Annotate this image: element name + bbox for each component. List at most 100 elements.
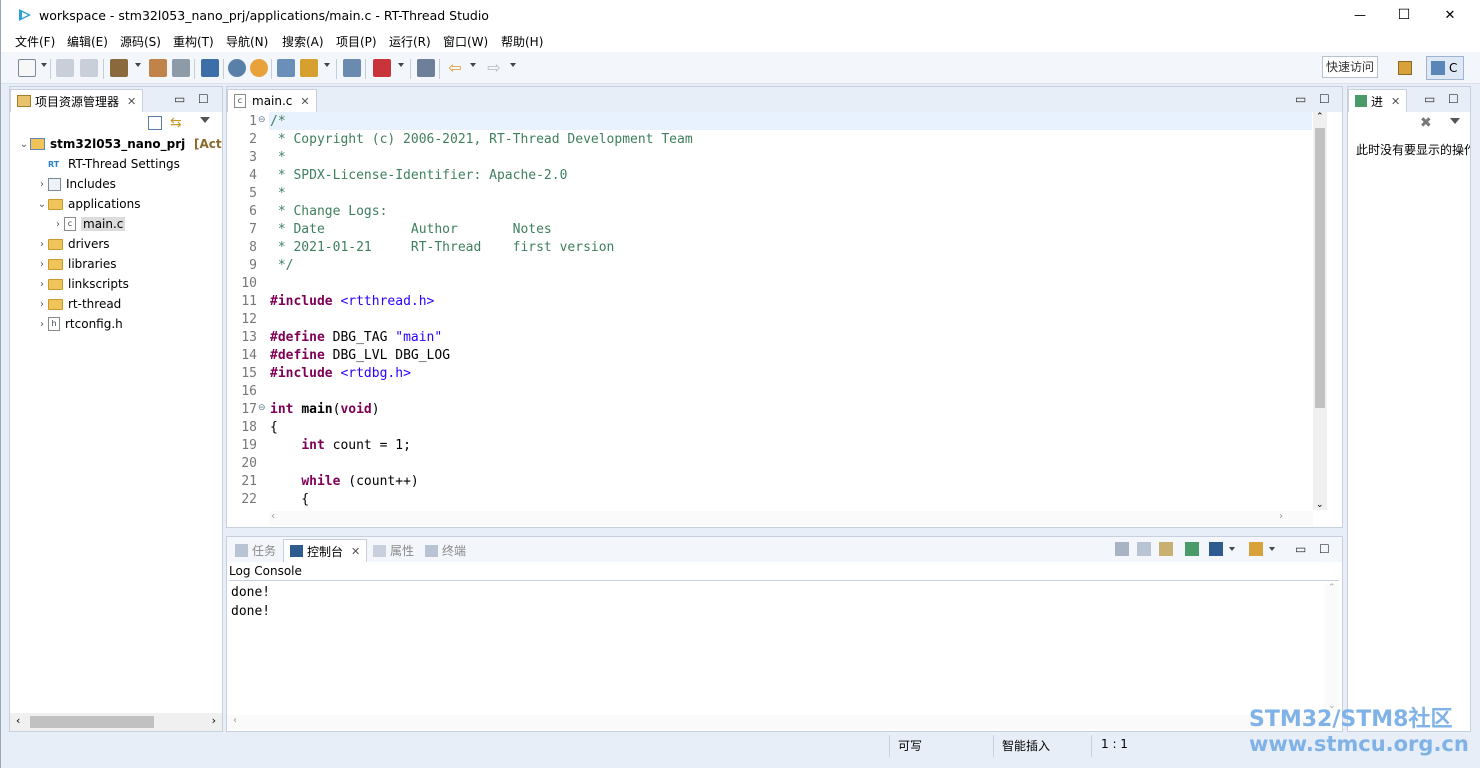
new-file-icon[interactable] (18, 59, 36, 77)
c-perspective-button[interactable]: C (1426, 56, 1464, 80)
menu-navigate[interactable]: 导航(N) (226, 33, 268, 50)
scroll-left-icon[interactable]: ‹ (16, 714, 20, 727)
editor-hscrollbar[interactable]: ‹ › (269, 511, 1313, 525)
chevron-down-icon[interactable]: ⌄ (18, 139, 30, 150)
chevron-down-icon[interactable] (1269, 547, 1275, 551)
clear-console-icon[interactable] (1115, 542, 1129, 556)
scroll-down-icon[interactable]: ⌄ (1316, 500, 1324, 510)
chevron-right-icon[interactable]: › (36, 279, 48, 290)
maximize-icon[interactable]: ☐ (1448, 92, 1459, 106)
clean-icon[interactable] (172, 59, 190, 77)
code-editor[interactable]: 1 ⊖/* 2 * Copyright (c) 2006-2021, RT-Thre… (227, 112, 1312, 512)
open-console-icon[interactable] (1249, 542, 1263, 556)
collapse-all-icon[interactable] (148, 116, 162, 130)
editor-vscrollbar[interactable]: ⌃ ⌄ (1313, 112, 1327, 510)
tab-console[interactable]: 控制台 ✕ (283, 539, 368, 562)
open-perspective-button[interactable] (1394, 56, 1416, 80)
menu-help[interactable]: 帮助(H) (501, 33, 543, 50)
close-icon[interactable]: ✕ (300, 95, 309, 108)
quick-access-input[interactable]: 快速访问 (1322, 56, 1378, 78)
maximize-icon[interactable]: ☐ (198, 92, 209, 106)
tree-item-project[interactable]: ⌄ stm32l053_nano_prj [Act (18, 134, 222, 154)
menu-run[interactable]: 运行(R) (389, 33, 431, 50)
tree-item-rt-thread[interactable]: › rt-thread (36, 294, 121, 314)
menu-refactor[interactable]: 重构(T) (173, 33, 214, 50)
scroll-left-icon[interactable]: ‹ (233, 715, 237, 726)
sdk-manager-icon[interactable] (343, 59, 361, 77)
scroll-right-icon[interactable]: › (212, 714, 216, 727)
fold-toggle-icon[interactable]: ⊖ (258, 115, 266, 125)
display-console-icon[interactable] (1209, 542, 1223, 556)
tree-item-libraries[interactable]: › libraries (36, 254, 116, 274)
scroll-up-icon[interactable]: ⌃ (1316, 112, 1324, 122)
chevron-down-icon[interactable] (470, 63, 476, 67)
back-arrow-icon[interactable]: ⇦ (446, 59, 464, 77)
save-all-icon[interactable] (80, 59, 98, 77)
close-button[interactable]: ✕ (1427, 0, 1473, 30)
chevron-right-icon[interactable]: › (36, 239, 48, 250)
tab-progress[interactable]: 进 ✕ (1348, 89, 1408, 112)
view-menu-icon[interactable] (1450, 118, 1460, 124)
minimize-button[interactable]: — (1337, 0, 1383, 30)
scroll-right-icon[interactable]: › (1279, 511, 1283, 522)
maximize-icon[interactable]: ☐ (1319, 542, 1330, 556)
scroll-thumb[interactable] (1315, 128, 1325, 408)
remove-all-icon[interactable]: ✖ (1420, 115, 1432, 131)
debug-config-icon[interactable] (228, 59, 246, 77)
chevron-down-icon[interactable] (324, 63, 330, 67)
tree-item-main-c[interactable]: › c main.c (52, 214, 126, 234)
maximize-button[interactable]: ☐ (1381, 0, 1427, 30)
scroll-lock-icon[interactable] (1137, 542, 1151, 556)
console-hscrollbar[interactable]: ‹ (227, 715, 1325, 729)
close-icon[interactable]: ✕ (1391, 95, 1400, 108)
tab-project-explorer[interactable]: 项目资源管理器 ✕ (10, 89, 144, 112)
minimize-icon[interactable]: ▭ (1295, 92, 1306, 106)
build-hammer-icon[interactable] (110, 59, 128, 77)
scroll-thumb[interactable] (30, 716, 154, 728)
minimize-icon[interactable]: ▭ (174, 92, 185, 106)
menu-file[interactable]: 文件(F) (15, 33, 55, 50)
close-icon[interactable]: ✕ (351, 545, 360, 558)
chevron-down-icon[interactable]: ⌄ (36, 199, 48, 210)
maximize-icon[interactable]: ☐ (1319, 92, 1330, 106)
chevron-down-icon[interactable] (510, 63, 516, 67)
tree-item-includes[interactable]: › Includes (36, 174, 116, 194)
close-icon[interactable]: ✕ (127, 95, 136, 108)
flash-icon[interactable] (373, 59, 391, 77)
chevron-down-icon[interactable] (398, 63, 404, 67)
save-icon[interactable] (56, 59, 74, 77)
chevron-down-icon[interactable] (41, 63, 47, 67)
tab-properties[interactable]: 属性 (367, 539, 420, 562)
fold-toggle-icon[interactable]: ⊖ (258, 403, 266, 413)
tab-tasks[interactable]: 任务 (229, 539, 282, 562)
chevron-right-icon[interactable]: › (36, 299, 48, 310)
scroll-up-icon[interactable]: ⌃ (1328, 583, 1336, 593)
tab-main-c[interactable]: c main.c ✕ (227, 89, 317, 112)
serial-icon[interactable] (417, 59, 435, 77)
menu-search[interactable]: 搜索(A) (282, 33, 324, 50)
menu-source[interactable]: 源码(S) (120, 33, 161, 50)
minimize-icon[interactable]: ▭ (1295, 542, 1306, 556)
word-wrap-icon[interactable] (1159, 542, 1173, 556)
explorer-hscrollbar[interactable]: ‹ › (10, 713, 222, 731)
chevron-right-icon[interactable]: › (36, 179, 48, 190)
scroll-left-icon[interactable]: ‹ (271, 511, 275, 522)
tree-item-drivers[interactable]: › drivers (36, 234, 110, 254)
menu-window[interactable]: 窗口(W) (443, 33, 488, 50)
open-folder-icon[interactable] (277, 59, 295, 77)
download-icon[interactable] (300, 59, 318, 77)
chevron-down-icon[interactable] (1229, 547, 1235, 551)
debug-icon[interactable] (250, 59, 268, 77)
forward-arrow-icon[interactable]: ⇨ (485, 59, 503, 77)
menu-edit[interactable]: 编辑(E) (67, 33, 108, 50)
minimize-icon[interactable]: ▭ (1424, 92, 1435, 106)
tree-item-linkscripts[interactable]: › linkscripts (36, 274, 129, 294)
tree-item-rt-thread-settings[interactable]: RT RT-Thread Settings (36, 154, 180, 174)
rebuild-icon[interactable] (149, 59, 167, 77)
chevron-right-icon[interactable]: › (36, 259, 48, 270)
tree-item-rtconfig-h[interactable]: › h rtconfig.h (36, 314, 123, 334)
link-editor-icon[interactable]: ⇆ (170, 115, 186, 131)
chevron-right-icon[interactable]: › (36, 319, 48, 330)
tab-terminal[interactable]: 终端 (419, 539, 472, 562)
chevron-down-icon[interactable] (135, 63, 141, 67)
